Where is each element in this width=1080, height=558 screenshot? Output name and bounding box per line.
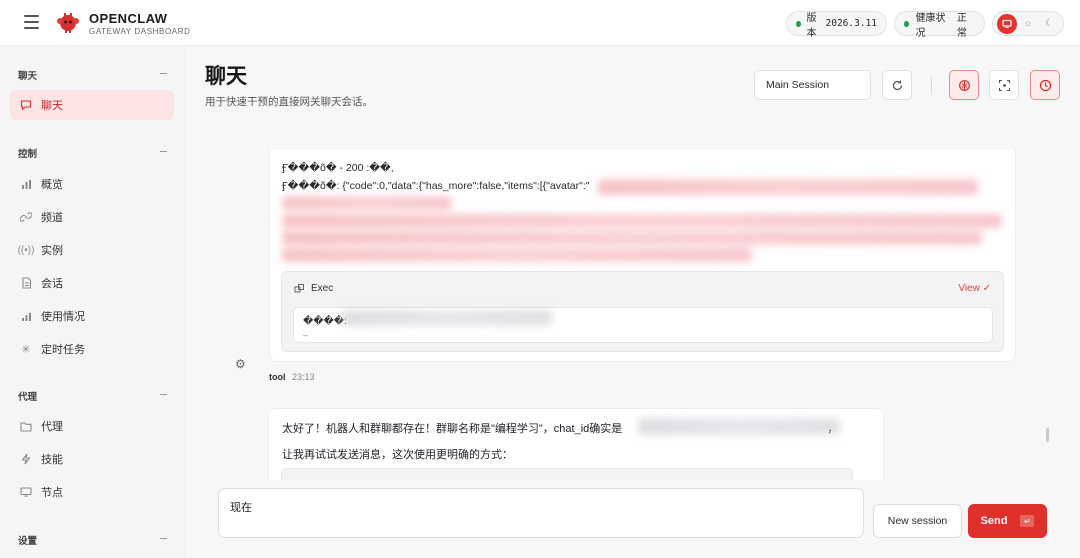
monitor-icon <box>19 485 33 499</box>
sidebar-item-instances[interactable]: ((•)) 实例 <box>10 235 174 265</box>
usage-chart-icon <box>19 309 33 323</box>
sidebar-item-label: 定时任务 <box>41 344 85 356</box>
section-label-agents: 代理 <box>18 392 38 403</box>
sidebar-item-chat[interactable]: 聊天 <box>10 90 174 120</box>
brand-subtitle: GATEWAY DASHBOARD <box>89 27 191 36</box>
sidebar-item-label: 频道 <box>41 212 63 224</box>
redacted-content <box>282 231 982 245</box>
collapse-icon[interactable] <box>160 73 167 74</box>
sidebar-item-label: 会话 <box>41 278 63 290</box>
send-label: Send <box>980 515 1008 527</box>
sidebar-item-label: 使用情况 <box>41 311 85 323</box>
enter-key-icon: ↵ <box>1020 515 1035 527</box>
assistant-text: 太好了！机器人和群聊都存在！群聊名称是"编程学习"，chat_id确实是 <box>282 423 623 435</box>
redacted-content <box>282 196 452 210</box>
theme-switcher: ☼ ☾ <box>992 11 1064 36</box>
sidebar-item-label: 实例 <box>41 245 63 257</box>
refresh-icon <box>892 80 902 90</box>
brand-title: OPENCLAW <box>89 11 168 26</box>
section-label-chat: 聊天 <box>18 71 38 82</box>
section-label-control: 控制 <box>18 149 38 160</box>
sidebar-item-label: 概览 <box>41 179 63 191</box>
folder-icon <box>19 419 33 433</box>
bar-chart-icon <box>19 177 33 191</box>
brain-icon <box>958 79 970 91</box>
page-subtitle: 用于快速干预的直接网关聊天会话。 <box>205 96 373 108</box>
sun-icon[interactable]: ☼ <box>1018 14 1038 34</box>
toolbar-divider <box>931 77 932 93</box>
sidebar-item-nodes[interactable]: 节点 <box>10 477 174 507</box>
moon-icon[interactable]: ☾ <box>1039 14 1059 34</box>
collapse-icon[interactable] <box>160 151 167 152</box>
menu-icon[interactable] <box>24 15 39 29</box>
gear-icon: ⚙ <box>235 357 246 371</box>
section-label-settings: 设置 <box>18 536 38 547</box>
link-icon <box>19 210 33 224</box>
sidebar-item-overview[interactable]: 概览 <box>10 169 174 199</box>
tool-log-line: Ӻ���õ�: {"code":0,"data":{"has_more":fal… <box>282 180 590 192</box>
chat-bubble-icon <box>19 98 33 112</box>
message-time: 23:13 <box>292 372 315 382</box>
redacted-content <box>282 248 752 262</box>
sidebar-item-cron[interactable]: ✳ 定时任务 <box>10 334 174 364</box>
refresh-button[interactable] <box>882 70 912 100</box>
document-icon <box>19 276 33 290</box>
health-badge: 健康状况 正常 <box>894 11 985 39</box>
collapse-icon[interactable] <box>160 394 167 395</box>
openclaw-logo <box>57 13 79 33</box>
version-label: 版本 <box>806 12 817 39</box>
sidebar-item-skills[interactable]: 技能 <box>10 444 174 474</box>
exec-label: Exec <box>311 283 334 294</box>
sidebar-item-channels[interactable]: 频道 <box>10 202 174 232</box>
message-input[interactable]: 现在 <box>218 488 864 538</box>
sidebar-item-label: 节点 <box>41 487 63 499</box>
history-button[interactable] <box>1030 70 1060 100</box>
health-value: 正常 <box>956 12 967 39</box>
send-button[interactable]: Send ↵ <box>968 504 1047 538</box>
focus-icon <box>998 79 1010 91</box>
redacted-content <box>638 418 840 435</box>
tool-log-line: Ӻ���õ� - 200 :��, <box>282 162 394 174</box>
broadcast-icon: ((•)) <box>17 244 35 256</box>
exec-view-link[interactable]: View ✓ <box>958 283 991 294</box>
sidebar-item-label: 技能 <box>41 454 63 466</box>
monitor-icon[interactable] <box>996 13 1017 34</box>
assistant-text-line: 让我再试试发送消息，这次使用更明确的方式： <box>282 449 513 461</box>
tool-icon <box>294 283 305 297</box>
session-select[interactable]: Main Session <box>754 70 871 100</box>
status-dot-icon <box>904 20 910 27</box>
sidebar-item-sessions[interactable]: 会话 <box>10 268 174 298</box>
message-author: tool <box>269 372 286 382</box>
version-badge: 版本 2026.3.11 <box>786 11 887 39</box>
page-title: 聊天 <box>205 65 247 88</box>
redacted-content <box>282 214 1002 228</box>
version-value: 2026.3.11 <box>825 18 877 29</box>
collapse-icon[interactable] <box>160 538 167 539</box>
sidebar-item-label: 代理 <box>41 421 63 433</box>
loader-icon: ✳ <box>21 343 31 356</box>
sidebar-item-usage[interactable]: 使用情况 <box>10 301 174 331</box>
new-session-button[interactable]: New session <box>873 504 962 538</box>
exec-output-more: – <box>303 330 309 340</box>
health-label: 健康状况 <box>915 12 946 39</box>
sidebar-item-agents[interactable]: 代理 <box>10 411 174 441</box>
thinking-toggle-button[interactable] <box>949 70 979 100</box>
lightning-icon <box>19 452 33 466</box>
exec-output-text: ����: <box>303 316 347 327</box>
top-bar: OPENCLAW GATEWAY DASHBOARD 版本 2026.3.11 … <box>0 0 1080 46</box>
sidebar-item-label: 聊天 <box>41 100 63 112</box>
focus-mode-button[interactable] <box>989 70 1019 100</box>
status-dot-icon <box>796 20 801 27</box>
redacted-content <box>598 179 978 195</box>
clock-icon <box>1039 79 1051 91</box>
scrollbar[interactable] <box>1046 428 1049 442</box>
redacted-content <box>342 310 552 326</box>
